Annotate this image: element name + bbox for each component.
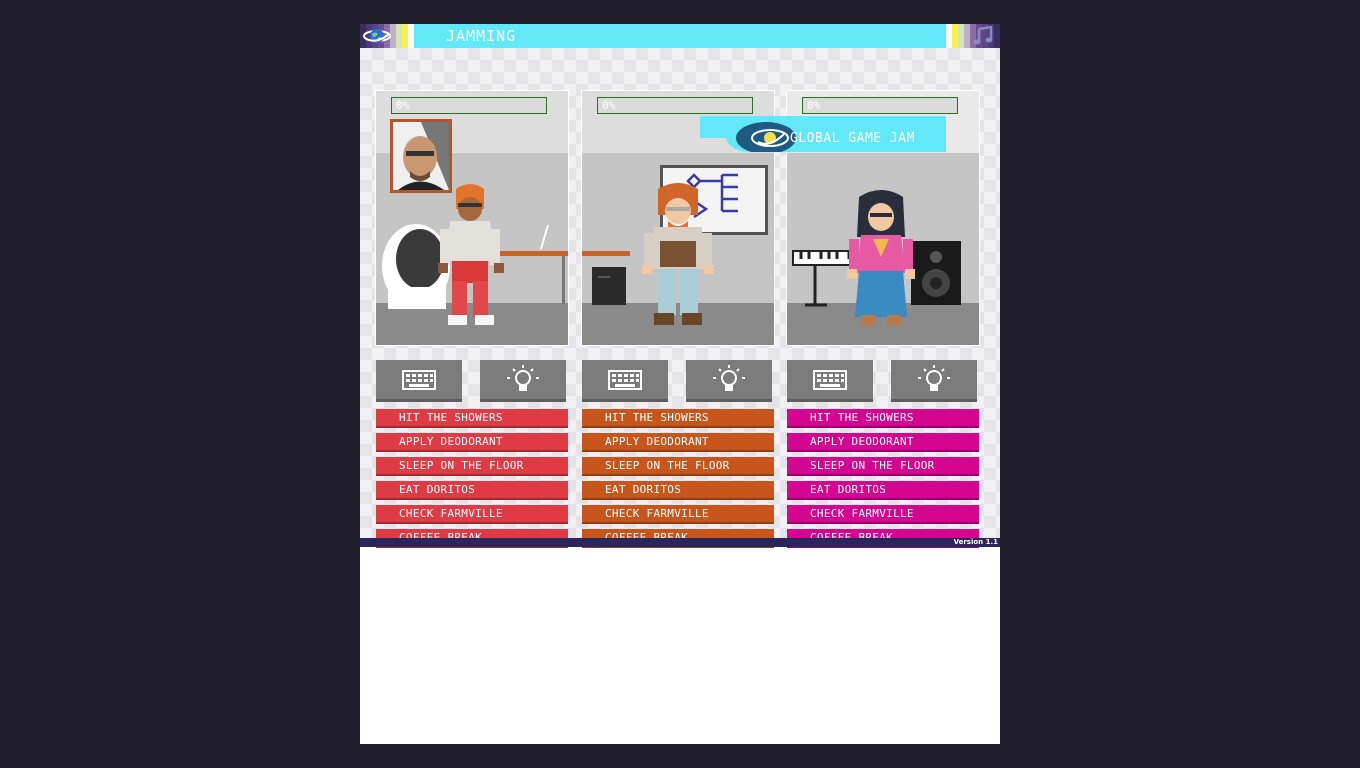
keyboard-button-3[interactable] [787,360,873,402]
progress-label: 0% [396,99,410,112]
action-apply-deodorant[interactable]: APPLY DEODORANT [787,433,979,452]
action-hit-the-showers[interactable]: HIT THE SHOWERS [376,409,568,428]
progress-label: 0% [807,99,821,112]
action-apply-deodorant[interactable]: APPLY DEODORANT [376,433,568,452]
music-note-icon[interactable] [972,26,994,46]
action-eat-doritos[interactable]: EAT DORITOS [582,481,774,500]
footer-bar: Version 1.1 [360,538,1000,547]
progress-bar-3: 0% [802,97,958,114]
progress-bar-1: 0% [391,97,547,114]
lightbulb-icon [713,364,745,391]
action-eat-doritos[interactable]: EAT DORITOS [787,481,979,500]
action-sleep-on-the-floor[interactable]: SLEEP ON THE FLOOR [376,457,568,476]
globe-planet-icon[interactable] [362,26,392,46]
action-list-3: HIT THE SHOWERS APPLY DEODORANT SLEEP ON… [787,409,979,553]
lightbulb-button-3[interactable] [891,360,977,402]
version-label: Version 1.1 [953,538,998,546]
progress-label: 0% [602,99,616,112]
action-sleep-on-the-floor[interactable]: SLEEP ON THE FLOOR [787,457,979,476]
action-list-1: HIT THE SHOWERS APPLY DEODORANT SLEEP ON… [376,409,568,553]
action-hit-the-showers[interactable]: HIT THE SHOWERS [787,409,979,428]
action-check-farmville[interactable]: CHECK FARMVILLE [376,505,568,524]
action-check-farmville[interactable]: CHECK FARMVILLE [582,505,774,524]
page-title: JAMMING [446,27,517,45]
progress-bar-2: 0% [597,97,753,114]
lightbulb-icon [507,364,539,391]
character-3-sprite [847,190,915,325]
header-bar: JAMMING [360,24,1000,48]
banner-text: GLOBAL GAME JAM [790,131,915,146]
game-board: 0% 0% 0% GLOBAL GAME JAM HIT THE SHOWERS… [360,48,1000,548]
action-eat-doritos[interactable]: EAT DORITOS [376,481,568,500]
character-panel-1: 0% [375,90,569,346]
action-apply-deodorant[interactable]: APPLY DEODORANT [582,433,774,452]
lightbulb-button-1[interactable] [480,360,566,402]
character-1-sprite [438,184,504,325]
keyboard-button-2[interactable] [582,360,668,402]
lightbulb-button-2[interactable] [686,360,772,402]
keyboard-button-1[interactable] [376,360,462,402]
bald-man-portrait [390,119,452,193]
action-hit-the-showers[interactable]: HIT THE SHOWERS [582,409,774,428]
keyboard-icon [402,369,436,390]
action-list-2: HIT THE SHOWERS APPLY DEODORANT SLEEP ON… [582,409,774,553]
keyboard-icon [608,369,642,390]
keyboard-icon [813,369,847,390]
action-check-farmville[interactable]: CHECK FARMVILLE [787,505,979,524]
character-scene-1 [382,119,568,325]
game-window: JAMMING 0% 0% 0% GLOBAL GAME JAM HIT THE… [360,24,1000,744]
action-sleep-on-the-floor[interactable]: SLEEP ON THE FLOOR [582,457,774,476]
lightbulb-icon [918,364,950,391]
